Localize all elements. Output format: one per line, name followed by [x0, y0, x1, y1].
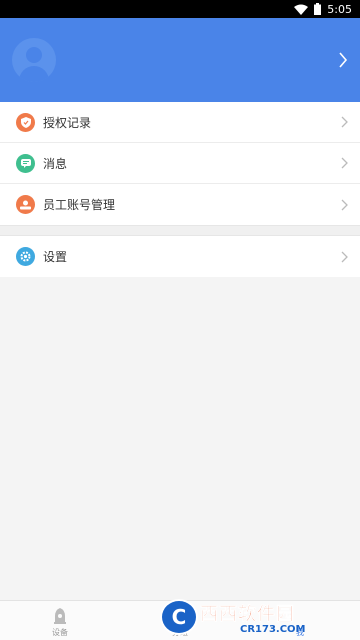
chevron-right-icon: [341, 199, 348, 211]
menu-group-main: 授权记录 消息 员工账号管理: [0, 102, 360, 225]
message-icon: [16, 153, 35, 173]
chevron-right-icon: [341, 251, 348, 263]
gear-icon: [16, 247, 35, 266]
status-time: 5:05: [327, 2, 352, 16]
menu-item-staff-accounts[interactable]: 员工账号管理: [0, 184, 360, 225]
staff-icon: [16, 195, 35, 214]
menu-item-label: 设置: [43, 250, 68, 264]
empty-content-area: [0, 277, 360, 640]
menu-group-settings: 设置: [0, 236, 360, 277]
watermark-main-text: 西西软件园: [200, 603, 295, 625]
chevron-right-icon: [341, 116, 348, 128]
chevron-right-icon: [338, 52, 348, 68]
menu-item-label: 员工账号管理: [43, 198, 116, 212]
menu-divider: [0, 225, 360, 236]
tab-devices[interactable]: 设备: [0, 601, 120, 640]
profile-header[interactable]: [0, 18, 360, 102]
watermark-icon: C: [160, 599, 198, 635]
menu-item-label: 消息: [43, 156, 68, 171]
chevron-right-icon: [341, 157, 348, 169]
shield-icon: [16, 112, 35, 132]
menu-item-label: 授权记录: [43, 115, 92, 130]
app-screen: 5:05 授权记录 消息 员工账号管理 设置 设备 我 C 西西软件园 CR17…: [0, 0, 360, 640]
watermark-sub-text: CR173.COM: [240, 623, 306, 635]
menu-item-settings[interactable]: 设置: [0, 236, 360, 277]
wifi-icon: [294, 4, 309, 15]
tab-label: 设备: [52, 628, 68, 637]
avatar[interactable]: [12, 38, 56, 82]
menu-item-auth-records[interactable]: 授权记录: [0, 102, 360, 143]
watermark-logo: C 西西软件园 CR173.COM: [160, 598, 342, 636]
status-bar: 5:05: [0, 0, 360, 18]
battery-icon: [314, 3, 322, 15]
device-icon: [54, 608, 66, 624]
menu-item-messages[interactable]: 消息: [0, 143, 360, 184]
